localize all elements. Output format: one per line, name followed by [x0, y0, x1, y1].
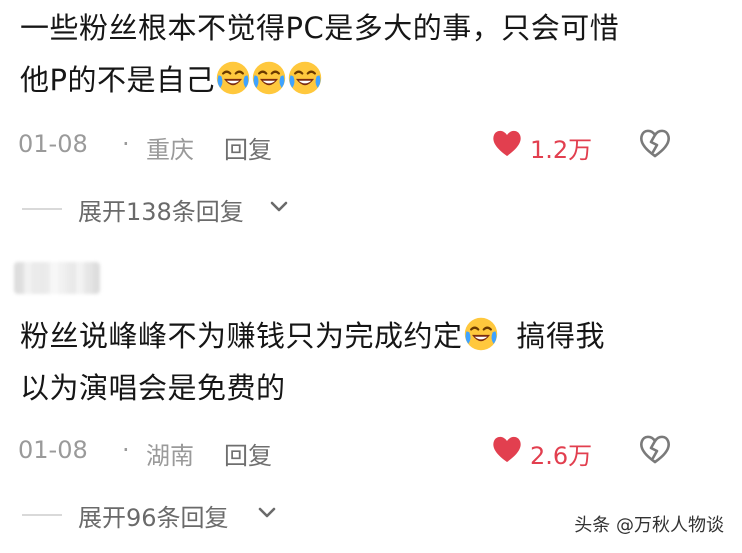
- divider-line: [22, 208, 62, 210]
- chevron-down-icon: [256, 502, 278, 524]
- laughing-crying-emoji-icon: [463, 316, 499, 352]
- expand-replies-button[interactable]: 展开138条回复: [22, 190, 342, 226]
- laughing-crying-emoji-icon: [287, 60, 323, 96]
- like-count: 2.6万: [530, 442, 593, 470]
- expand-replies-label: 展开138条回复: [78, 198, 244, 226]
- comment-2-text: 粉丝说峰峰不为赚钱只为完成约定 搞得我 以为演唱会是免费的: [20, 310, 720, 414]
- laughing-crying-emoji-icon: [251, 60, 287, 96]
- comment-2-text-line-1-tail: 搞得我: [516, 319, 606, 353]
- comment-location: 重庆: [146, 136, 194, 164]
- broken-heart-icon[interactable]: [638, 126, 672, 160]
- comment-location: 湖南: [146, 442, 194, 470]
- comment-1-text-line-1: 一些粉丝根本不觉得PC是多大的事，只会可惜: [20, 11, 620, 45]
- meta-separator: ·: [122, 130, 130, 158]
- divider-line: [22, 514, 62, 516]
- reply-button[interactable]: 回复: [224, 436, 272, 471]
- comment-1-meta: 01-08 · 重庆 回复 1.2万: [18, 126, 724, 165]
- expand-replies-button[interactable]: 展开96条回复: [22, 496, 342, 532]
- comment-2-text-line-2: 以为演唱会是免费的: [20, 371, 286, 405]
- reply-button[interactable]: 回复: [224, 130, 272, 165]
- expand-replies-label: 展开96条回复: [78, 504, 229, 532]
- laughing-crying-emoji-icon: [215, 60, 251, 96]
- heart-icon[interactable]: [490, 432, 524, 466]
- comment-date: 01-08: [18, 436, 88, 464]
- comment-1-text: 一些粉丝根本不觉得PC是多大的事，只会可惜 他P的不是自己: [20, 2, 720, 106]
- comment-1-text-line-2: 他P的不是自己: [20, 63, 215, 97]
- comment-2-text-line-1: 粉丝说峰峰不为赚钱只为完成约定: [20, 319, 463, 353]
- heart-icon[interactable]: [490, 126, 524, 160]
- comment-2-meta: 01-08 · 湖南 回复 2.6万: [18, 432, 724, 471]
- watermark: 头条 @万秋人物谈: [570, 509, 728, 539]
- blurred-username: [14, 262, 100, 294]
- like-count: 1.2万: [530, 136, 593, 164]
- comment-date: 01-08: [18, 130, 88, 158]
- meta-separator: ·: [122, 436, 130, 464]
- broken-heart-icon[interactable]: [638, 432, 672, 466]
- chevron-down-icon: [268, 196, 290, 218]
